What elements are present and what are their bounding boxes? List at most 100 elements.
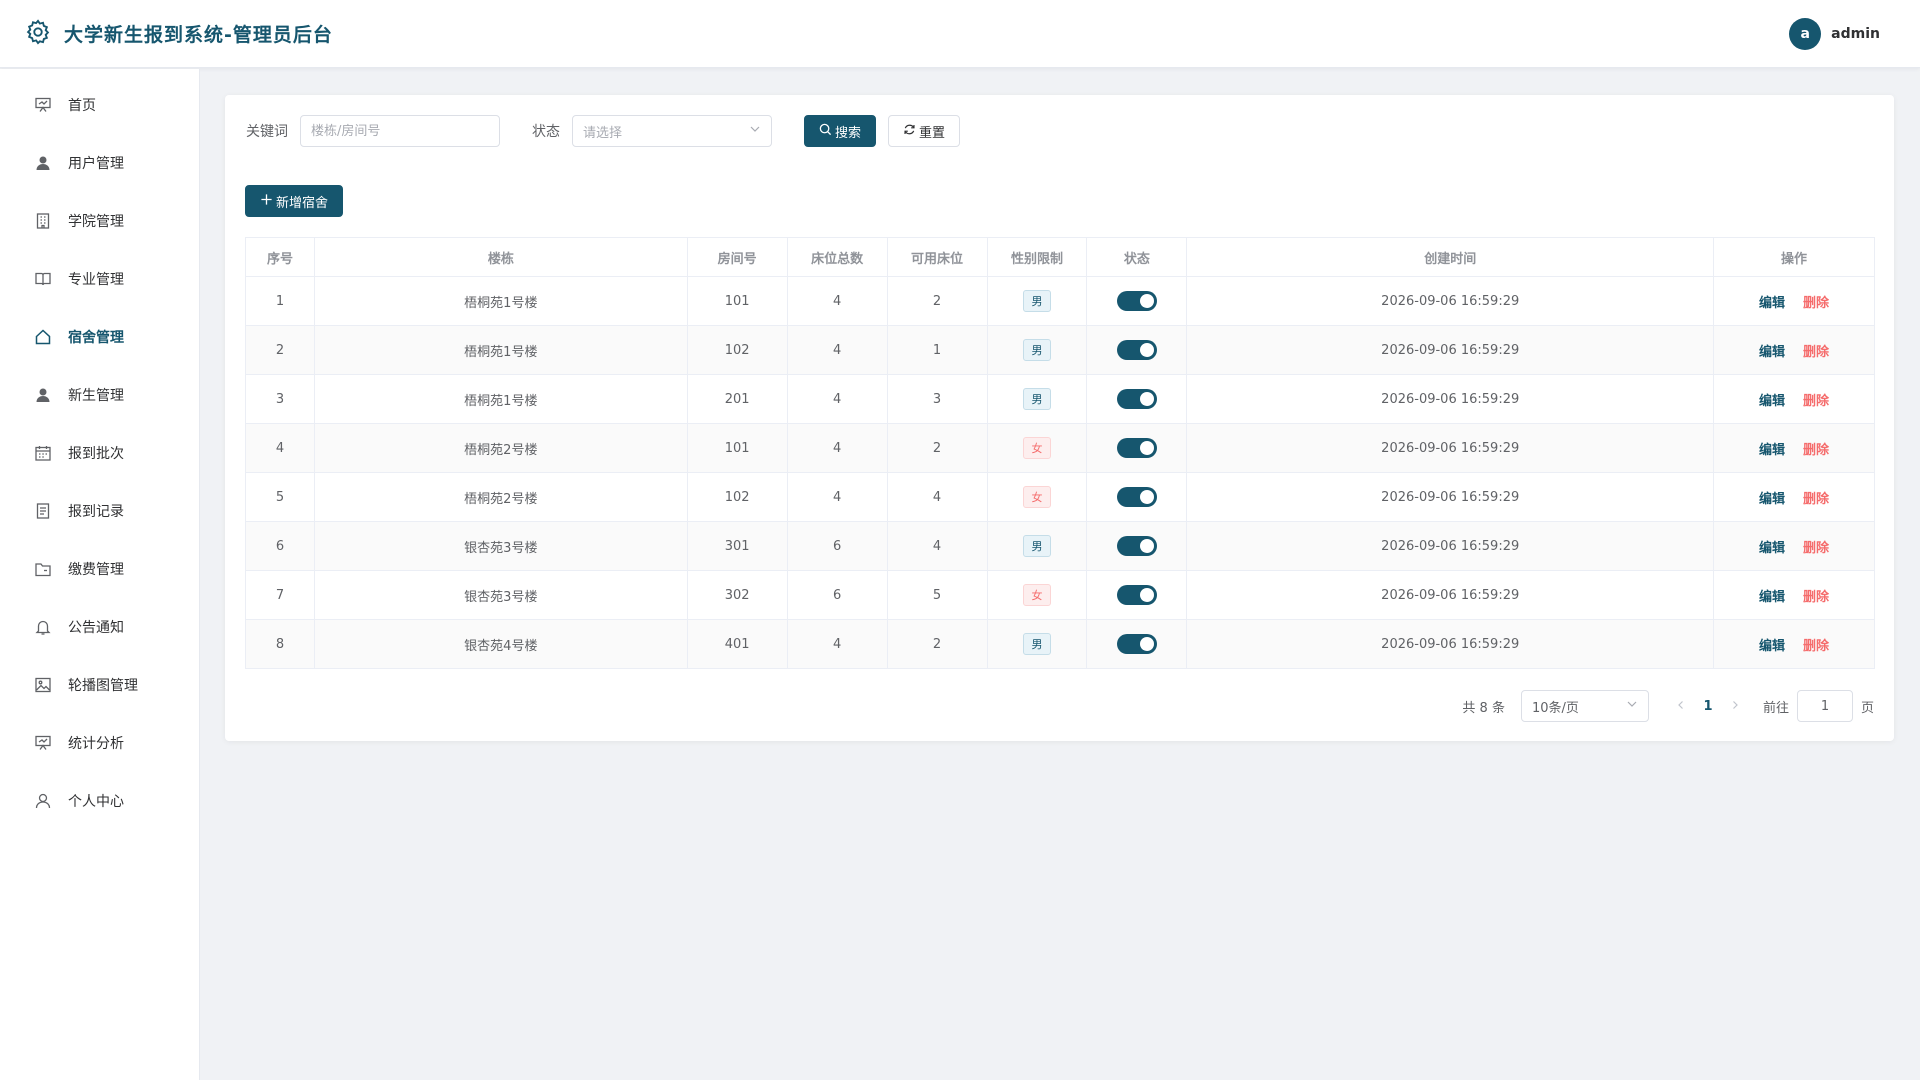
row-index: 4 bbox=[245, 423, 315, 473]
page-size-select[interactable]: 10条/页 bbox=[1520, 690, 1649, 722]
status-toggle[interactable] bbox=[1116, 487, 1157, 507]
row-beds: 4 bbox=[786, 325, 888, 375]
edit-button[interactable]: 编辑 bbox=[1759, 590, 1785, 605]
reset-button[interactable]: 重置 bbox=[888, 115, 961, 147]
house-icon bbox=[34, 328, 68, 346]
row-actions: 编辑 删除 bbox=[1713, 276, 1875, 326]
delete-button[interactable]: 删除 bbox=[1803, 590, 1829, 605]
sidebar-item-label: 个人中心 bbox=[68, 794, 124, 810]
edit-button[interactable]: 编辑 bbox=[1759, 394, 1785, 409]
edit-button[interactable]: 编辑 bbox=[1759, 541, 1785, 556]
row-index: 3 bbox=[245, 374, 315, 424]
row-actions: 编辑 删除 bbox=[1713, 325, 1875, 375]
keyword-label: 关键词 bbox=[246, 124, 288, 140]
pagination: 共 8 条 10条/页 1 前往 页 bbox=[1462, 690, 1874, 722]
gender-tag: 男 bbox=[1022, 633, 1051, 655]
prev-page-button[interactable] bbox=[1669, 699, 1693, 714]
sidebar-item-12[interactable]: 个人中心 bbox=[0, 772, 199, 830]
edit-button[interactable]: 编辑 bbox=[1759, 296, 1785, 311]
next-page-button[interactable] bbox=[1723, 699, 1747, 714]
refresh-icon bbox=[903, 123, 919, 140]
row-gender-cell: 女 bbox=[986, 570, 1088, 620]
delete-button[interactable]: 删除 bbox=[1803, 296, 1829, 311]
delete-button[interactable]: 删除 bbox=[1803, 443, 1829, 458]
row-status-cell bbox=[1086, 325, 1188, 375]
sidebar-item-3[interactable]: 专业管理 bbox=[0, 250, 199, 308]
status-toggle[interactable] bbox=[1116, 536, 1157, 556]
status-toggle[interactable] bbox=[1116, 634, 1157, 654]
user-menu[interactable]: a admin bbox=[1789, 18, 1880, 50]
row-gender-cell: 女 bbox=[986, 472, 1088, 522]
row-beds: 4 bbox=[786, 423, 888, 473]
sidebar: 首页用户管理 学院管理 专业管理 宿舍管理 新生管理报到批次报到记录缴费管理公告通知轮播… bbox=[0, 69, 200, 1080]
table-row: 1 梧桐苑1号楼 101 4 2 男 2026-09-06 16:59:29 编辑 删除 bbox=[245, 276, 1875, 326]
page-suffix: 页 bbox=[1860, 700, 1874, 716]
status-toggle[interactable] bbox=[1116, 438, 1157, 458]
row-status-cell bbox=[1086, 521, 1188, 571]
table-row: 7 银杏苑3号楼 302 6 5 女 2026-09-06 16:59:29 编辑 删除 bbox=[245, 570, 1875, 620]
column-header: 操作 bbox=[1713, 237, 1875, 277]
delete-button[interactable]: 删除 bbox=[1803, 492, 1829, 507]
row-beds: 4 bbox=[786, 472, 888, 522]
row-room: 301 bbox=[686, 521, 788, 571]
table-row: 5 梧桐苑2号楼 102 4 4 女 2026-09-06 16:59:29 编辑 删除 bbox=[245, 472, 1875, 522]
sidebar-item-label: 轮播图管理 bbox=[68, 678, 138, 694]
page-number-current[interactable]: 1 bbox=[1693, 699, 1723, 714]
sidebar-item-0[interactable]: 首页 bbox=[0, 76, 199, 134]
keyword-input[interactable] bbox=[300, 115, 500, 147]
row-status-cell bbox=[1086, 374, 1188, 424]
goto-page-input[interactable] bbox=[1796, 690, 1853, 722]
delete-button[interactable]: 删除 bbox=[1803, 345, 1829, 360]
row-building: 银杏苑3号楼 bbox=[313, 521, 688, 571]
row-available: 5 bbox=[886, 570, 988, 620]
sidebar-item-label: 首页 bbox=[68, 98, 96, 114]
row-actions: 编辑 删除 bbox=[1713, 619, 1875, 669]
status-toggle[interactable] bbox=[1116, 291, 1157, 311]
username[interactable]: admin bbox=[1831, 26, 1880, 42]
sidebar-item-7[interactable]: 报到记录 bbox=[0, 482, 199, 540]
edit-button[interactable]: 编辑 bbox=[1759, 443, 1785, 458]
sidebar-item-label: 缴费管理 bbox=[68, 562, 124, 578]
sidebar-item-label: 报到批次 bbox=[68, 446, 124, 462]
add-dorm-button[interactable]: 新增宿舍 bbox=[245, 185, 344, 217]
edit-button[interactable]: 编辑 bbox=[1759, 492, 1785, 507]
row-index: 6 bbox=[245, 521, 315, 571]
edit-button[interactable]: 编辑 bbox=[1759, 639, 1785, 654]
sidebar-item-8[interactable]: 缴费管理 bbox=[0, 540, 199, 598]
column-header: 性别限制 bbox=[986, 237, 1088, 277]
row-room: 102 bbox=[686, 472, 788, 522]
delete-button[interactable]: 删除 bbox=[1803, 639, 1829, 654]
sidebar-item-9[interactable]: 公告通知 bbox=[0, 598, 199, 656]
sidebar-item-11[interactable]: 统计分析 bbox=[0, 714, 199, 772]
sidebar-item-1[interactable]: 用户管理 bbox=[0, 134, 199, 192]
edit-button[interactable]: 编辑 bbox=[1759, 345, 1785, 360]
sidebar-item-5[interactable]: 新生管理 bbox=[0, 366, 199, 424]
row-index: 1 bbox=[245, 276, 315, 326]
status-toggle[interactable] bbox=[1116, 340, 1157, 360]
top-header: 大学新生报到系统-管理员后台 a admin bbox=[0, 0, 1920, 68]
sidebar-item-10[interactable]: 轮播图管理 bbox=[0, 656, 199, 714]
book-icon bbox=[34, 270, 68, 288]
search-button[interactable]: 搜索 bbox=[804, 115, 877, 147]
row-gender-cell: 男 bbox=[986, 619, 1088, 669]
delete-button[interactable]: 删除 bbox=[1803, 541, 1829, 556]
status-toggle[interactable] bbox=[1116, 585, 1157, 605]
row-created-time: 2026-09-06 16:59:29 bbox=[1186, 619, 1715, 669]
table-row: 4 梧桐苑2号楼 101 4 2 女 2026-09-06 16:59:29 编辑 删除 bbox=[245, 423, 1875, 473]
chevron-down-icon bbox=[1626, 698, 1638, 714]
row-status-cell bbox=[1086, 570, 1188, 620]
avatar[interactable]: a bbox=[1789, 18, 1822, 50]
table-row: 6 银杏苑3号楼 301 6 4 男 2026-09-06 16:59:29 编辑 删除 bbox=[245, 521, 1875, 571]
status-select[interactable]: 请选择 bbox=[572, 115, 772, 147]
delete-button[interactable]: 删除 bbox=[1803, 394, 1829, 409]
add-dorm-button-label: 新增宿舍 bbox=[276, 195, 329, 211]
column-header: 房间号 bbox=[686, 237, 788, 277]
sidebar-item-6[interactable]: 报到批次 bbox=[0, 424, 199, 482]
row-created-time: 2026-09-06 16:59:29 bbox=[1186, 374, 1715, 424]
presentation-icon bbox=[34, 734, 68, 752]
status-toggle[interactable] bbox=[1116, 389, 1157, 409]
row-available: 2 bbox=[886, 276, 988, 326]
sidebar-item-4[interactable]: 宿舍管理 bbox=[0, 308, 199, 366]
sidebar-item-2[interactable]: 学院管理 bbox=[0, 192, 199, 250]
row-beds: 4 bbox=[786, 276, 888, 326]
